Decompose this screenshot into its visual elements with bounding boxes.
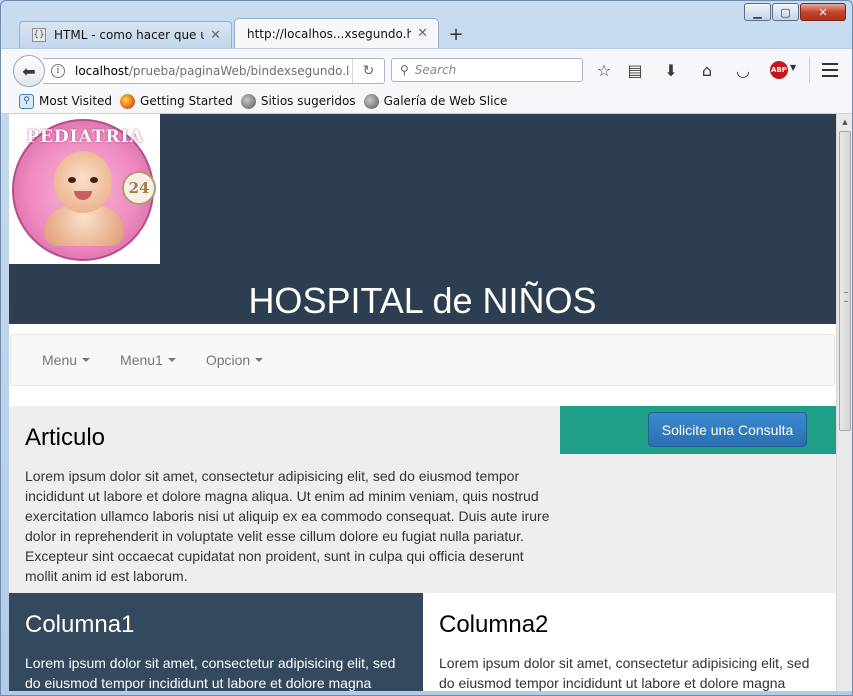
nav-menu-dropdown[interactable]: Menu bbox=[42, 352, 91, 368]
baby-illustration bbox=[44, 151, 124, 246]
article-heading: Articulo bbox=[25, 424, 106, 451]
reload-icon[interactable]: ↻ bbox=[352, 59, 384, 83]
home-icon[interactable]: ⌂ bbox=[696, 59, 718, 81]
page-viewport: PEDIATRIA 24 HOSPITAL de NIÑOS Menu Menu… bbox=[9, 114, 836, 691]
braces-icon: {} bbox=[32, 28, 46, 42]
pocket-icon[interactable]: ◡ bbox=[732, 59, 754, 81]
window-caption-buttons: ▁ ▢ ✕ bbox=[743, 3, 846, 21]
bookmark-label: Getting Started bbox=[140, 94, 233, 108]
globe-icon bbox=[240, 93, 256, 109]
bookmark-getting-started[interactable]: Getting Started bbox=[120, 93, 233, 109]
url-bar[interactable]: i localhost/prueba/paginaWeb/bindexsegun… bbox=[43, 58, 385, 84]
bookmarks-toolbar: ⚲ Most Visited Getting Started Sitios su… bbox=[1, 89, 852, 114]
download-icon[interactable]: ⬇ bbox=[660, 59, 682, 81]
maximize-button[interactable]: ▢ bbox=[772, 3, 799, 21]
article-body: Articulo Lorem ipsum dolor sit amet, con… bbox=[25, 424, 550, 586]
bookmark-label: Galería de Web Slice bbox=[383, 94, 508, 108]
minimize-button[interactable]: ▁ bbox=[744, 3, 771, 21]
tab-strip: {} HTML - como hacer que u... ✕ http://l… bbox=[19, 18, 469, 48]
info-icon[interactable]: i bbox=[51, 64, 65, 78]
menu-hamburger-icon[interactable] bbox=[819, 61, 841, 79]
site-navbar: Menu Menu1 Opcion bbox=[10, 334, 835, 386]
back-arrow-icon: ⬅ bbox=[22, 61, 36, 81]
most-visited-icon: ⚲ bbox=[19, 93, 34, 109]
nav-label: Menu1 bbox=[120, 352, 163, 368]
caret-down-icon bbox=[255, 358, 264, 362]
column-heading: Columna2 bbox=[439, 611, 549, 638]
pediatria-logo: PEDIATRIA 24 bbox=[9, 114, 160, 264]
logo-text: PEDIATRIA bbox=[26, 127, 144, 147]
search-placeholder: Search bbox=[414, 63, 457, 77]
bookmark-label: Sitios sugeridos bbox=[260, 94, 356, 108]
page-title: HOSPITAL de NIÑOS bbox=[248, 280, 597, 321]
column-heading: Columna1 bbox=[25, 611, 135, 638]
adblock-plus-icon[interactable]: ABP bbox=[770, 61, 788, 79]
bookmark-sitios-sugeridos[interactable]: Sitios sugeridos bbox=[240, 93, 356, 109]
firefox-icon bbox=[120, 93, 136, 109]
navigation-toolbar: i localhost/prueba/paginaWeb/bindexsegun… bbox=[1, 48, 852, 89]
search-icon: ⚲ bbox=[400, 63, 409, 77]
browser-window: ▁ ▢ ✕ {} HTML - como hacer que u... ✕ ht… bbox=[0, 0, 853, 696]
vertical-scrollbar[interactable]: ▲ bbox=[836, 114, 852, 691]
scroll-up-icon[interactable]: ▲ bbox=[837, 114, 852, 130]
logo-ring: PEDIATRIA 24 bbox=[12, 119, 156, 261]
tab-close-icon[interactable]: ✕ bbox=[417, 26, 428, 41]
site-header: PEDIATRIA 24 HOSPITAL de NIÑOS bbox=[9, 114, 836, 324]
column-text: Lorem ipsum dolor sit amet, consectetur … bbox=[25, 655, 396, 691]
new-tab-button[interactable]: + bbox=[443, 21, 469, 48]
tab-title: HTML - como hacer que u... bbox=[54, 28, 205, 42]
globe-icon bbox=[363, 93, 379, 109]
reading-list-icon[interactable]: ▤ bbox=[624, 59, 646, 81]
tab-html-question[interactable]: {} HTML - como hacer que u... ✕ bbox=[19, 21, 232, 48]
url-path: /prueba/paginaWeb/bindexsegundo.l bbox=[128, 64, 350, 78]
column-text: Lorem ipsum dolor sit amet, consectetur … bbox=[439, 655, 810, 691]
column-1: Columna1 Lorem ipsum dolor sit amet, con… bbox=[9, 593, 423, 691]
search-input[interactable]: ⚲ Search bbox=[391, 58, 583, 82]
url-host: localhost bbox=[75, 64, 129, 78]
tab-title: http://localhos...xsegundo.html# bbox=[247, 26, 411, 41]
article-text: Lorem ipsum dolor sit amet, consectetur … bbox=[25, 468, 550, 584]
toolbar-divider bbox=[809, 57, 810, 83]
tab-localhost[interactable]: http://localhos...xsegundo.html# ✕ bbox=[234, 18, 439, 48]
nav-label: Menu bbox=[42, 352, 78, 368]
chevron-down-icon[interactable]: ▼ bbox=[790, 63, 796, 72]
logo-badge-24: 24 bbox=[122, 171, 156, 205]
caret-down-icon bbox=[167, 358, 176, 362]
close-window-button[interactable]: ✕ bbox=[800, 3, 846, 21]
caret-down-icon bbox=[82, 358, 91, 362]
tab-close-icon[interactable]: ✕ bbox=[210, 28, 221, 43]
request-consultation-button[interactable]: Solicite una Consulta bbox=[648, 412, 807, 447]
article-section: Articulo Lorem ipsum dolor sit amet, con… bbox=[9, 406, 836, 593]
bookmark-most-visited[interactable]: ⚲ Most Visited bbox=[19, 93, 113, 109]
bookmark-star-icon[interactable]: ☆ bbox=[593, 59, 615, 81]
nav-label: Opcion bbox=[205, 352, 251, 368]
column-2: Columna2 Lorem ipsum dolor sit amet, con… bbox=[423, 593, 836, 691]
nav-opcion-dropdown[interactable]: Opcion bbox=[205, 352, 264, 368]
nav-menu1-dropdown[interactable]: Menu1 bbox=[120, 352, 176, 368]
back-button[interactable]: ⬅ bbox=[13, 55, 45, 87]
scrollbar-thumb[interactable] bbox=[839, 131, 851, 431]
bookmark-label: Most Visited bbox=[39, 94, 113, 108]
bookmark-galeria-web-slice[interactable]: Galería de Web Slice bbox=[363, 93, 508, 109]
cta-panel: Solicite una Consulta bbox=[560, 406, 836, 454]
